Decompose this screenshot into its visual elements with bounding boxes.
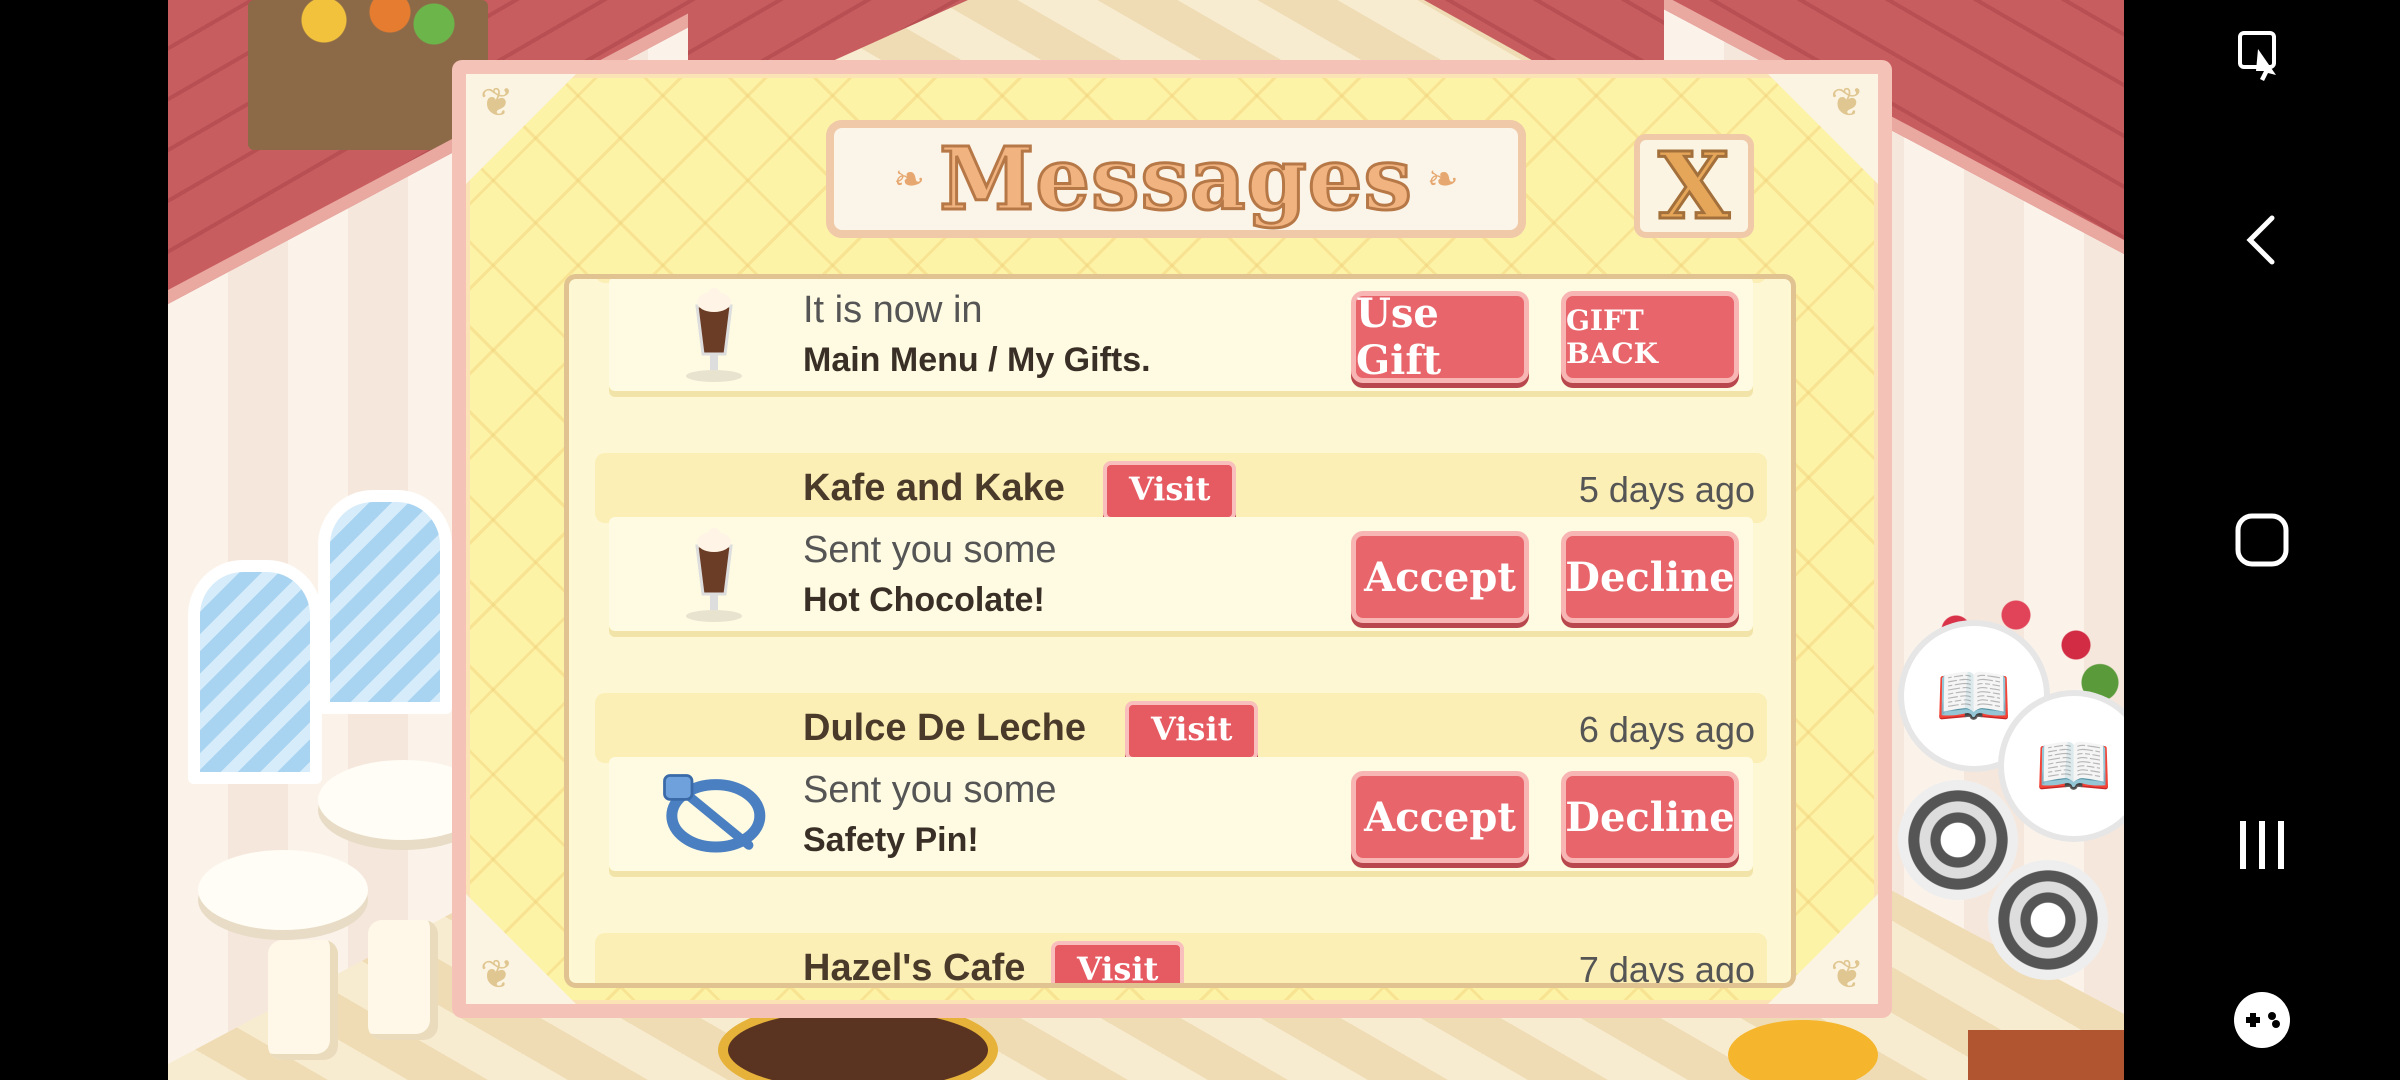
message-body: Sent you some Safety Pin! Accept Decline (609, 757, 1753, 871)
flourish-icon: ❧ (1426, 157, 1459, 201)
dialog-title-plate: ❧ Messages ❧ (826, 120, 1526, 238)
wooden-counter (1968, 1030, 2124, 1080)
accept-button[interactable]: Accept (1351, 771, 1529, 863)
gift-back-button[interactable]: GIFT BACK (1561, 291, 1739, 383)
game-tools-icon[interactable] (2124, 965, 2400, 1075)
message-header: Kafe and Kake Visit 5 days ago (595, 453, 1767, 523)
safety-pin-icon (659, 757, 769, 871)
window-left-2 (318, 490, 452, 714)
message-line-2: Main Menu / My Gifts. (803, 341, 1151, 379)
cafe-table (198, 850, 368, 930)
corner-ornament: ❦ (466, 74, 576, 184)
hot-chocolate-icon (659, 279, 769, 391)
message-line-2: Safety Pin! (803, 821, 979, 859)
message-list-panel[interactable]: It is now in Main Menu / My Gifts. Use G… (564, 274, 1796, 988)
decline-button[interactable]: Decline (1561, 771, 1739, 863)
corner-ornament: ❦ (466, 894, 576, 1004)
flourish-icon: ❧ (893, 157, 926, 201)
sender-name: Kafe and Kake (803, 467, 1065, 509)
visit-button[interactable]: Visit (1125, 701, 1259, 761)
message-body: Sent you some Hot Chocolate! Accept Decl… (609, 517, 1753, 631)
hot-chocolate-icon (659, 517, 769, 631)
home-icon[interactable] (2124, 485, 2400, 595)
visit-button[interactable]: Visit (1051, 941, 1185, 983)
message-time: 6 days ago (1578, 709, 1755, 750)
message-line-1: It is now in (803, 289, 983, 331)
message-time: 5 days ago (1578, 469, 1755, 510)
message-time: 7 days ago (1578, 949, 1755, 988)
back-icon[interactable] (2124, 185, 2400, 295)
cake-display (728, 1010, 988, 1080)
cafe-chair (268, 940, 338, 1060)
corner-ornament: ❦ (1768, 74, 1878, 184)
message-line-2: Hot Chocolate! (803, 581, 1045, 619)
system-nav-bar (2124, 0, 2400, 1080)
pointer-icon[interactable] (2124, 0, 2400, 110)
message-line-1: Sent you some (803, 769, 1057, 811)
sender-name: Dulce De Leche (803, 707, 1086, 749)
cafe-chair (368, 920, 438, 1040)
decline-button[interactable]: Decline (1561, 531, 1739, 623)
dialog-title: Messages (938, 127, 1414, 231)
message-header: Dulce De Leche Visit 6 days ago (595, 693, 1767, 763)
close-button[interactable]: X (1634, 131, 1754, 242)
use-gift-button[interactable]: Use Gift (1351, 290, 1529, 384)
message-body: It is now in Main Menu / My Gifts. Use G… (609, 279, 1753, 391)
window-left-1 (188, 560, 322, 784)
message-header: Hazel's Cafe Visit 7 days ago (595, 933, 1767, 988)
sender-name: Hazel's Cafe (803, 947, 1026, 988)
visit-button[interactable]: Visit (1103, 461, 1237, 521)
accept-button[interactable]: Accept (1351, 531, 1529, 623)
recents-icon[interactable] (2124, 790, 2400, 900)
messages-dialog: ❦ ❦ ❦ ❦ ❧ Messages ❧ X It is now in Main… (452, 60, 1892, 1018)
message-line-1: Sent you some (803, 529, 1057, 571)
stove-burner (1988, 860, 2108, 980)
